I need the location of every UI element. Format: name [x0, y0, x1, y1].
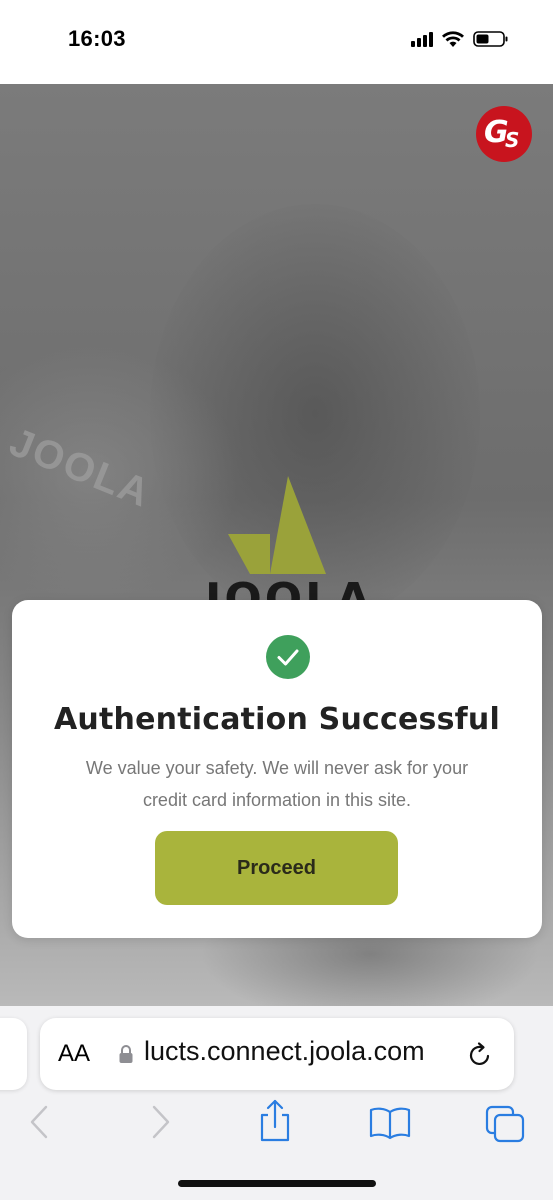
back-icon[interactable] [26, 1102, 54, 1142]
share-icon[interactable] [256, 1098, 294, 1144]
bookmarks-icon[interactable] [368, 1104, 412, 1140]
home-indicator [178, 1180, 376, 1187]
gs-badge-icon[interactable]: G S [476, 106, 532, 162]
modal-title: Authentication Successful [54, 702, 500, 737]
battery-icon [473, 31, 508, 47]
url-text[interactable]: lucts.connect.joola.com [144, 1036, 425, 1067]
proceed-button[interactable]: Proceed [155, 831, 398, 905]
status-time: 16:03 [68, 26, 126, 51]
forward-icon[interactable] [146, 1102, 174, 1142]
modal-message: We value your safety. We will never ask … [85, 758, 469, 810]
lock-icon [119, 1045, 133, 1063]
address-bar[interactable]: AA lucts.connect.joola.com [40, 1018, 514, 1090]
check-circle-icon [266, 635, 310, 679]
tabs-icon[interactable] [484, 1104, 526, 1144]
badge-letter-s: S [505, 128, 520, 152]
previous-tab-preview[interactable] [0, 1018, 27, 1090]
auth-success-modal: Authentication Successful We value your … [12, 600, 542, 938]
cellular-signal-icon [411, 31, 433, 47]
reload-icon[interactable] [466, 1041, 494, 1069]
browser-bottom-bar: AA lucts.connect.joola.com [0, 1006, 553, 1200]
text-size-button[interactable]: AA [58, 1040, 90, 1068]
status-bar: 16:03 [0, 0, 553, 84]
status-icons [411, 30, 509, 48]
wifi-icon [442, 31, 464, 47]
browser-toolbar [0, 1098, 553, 1158]
